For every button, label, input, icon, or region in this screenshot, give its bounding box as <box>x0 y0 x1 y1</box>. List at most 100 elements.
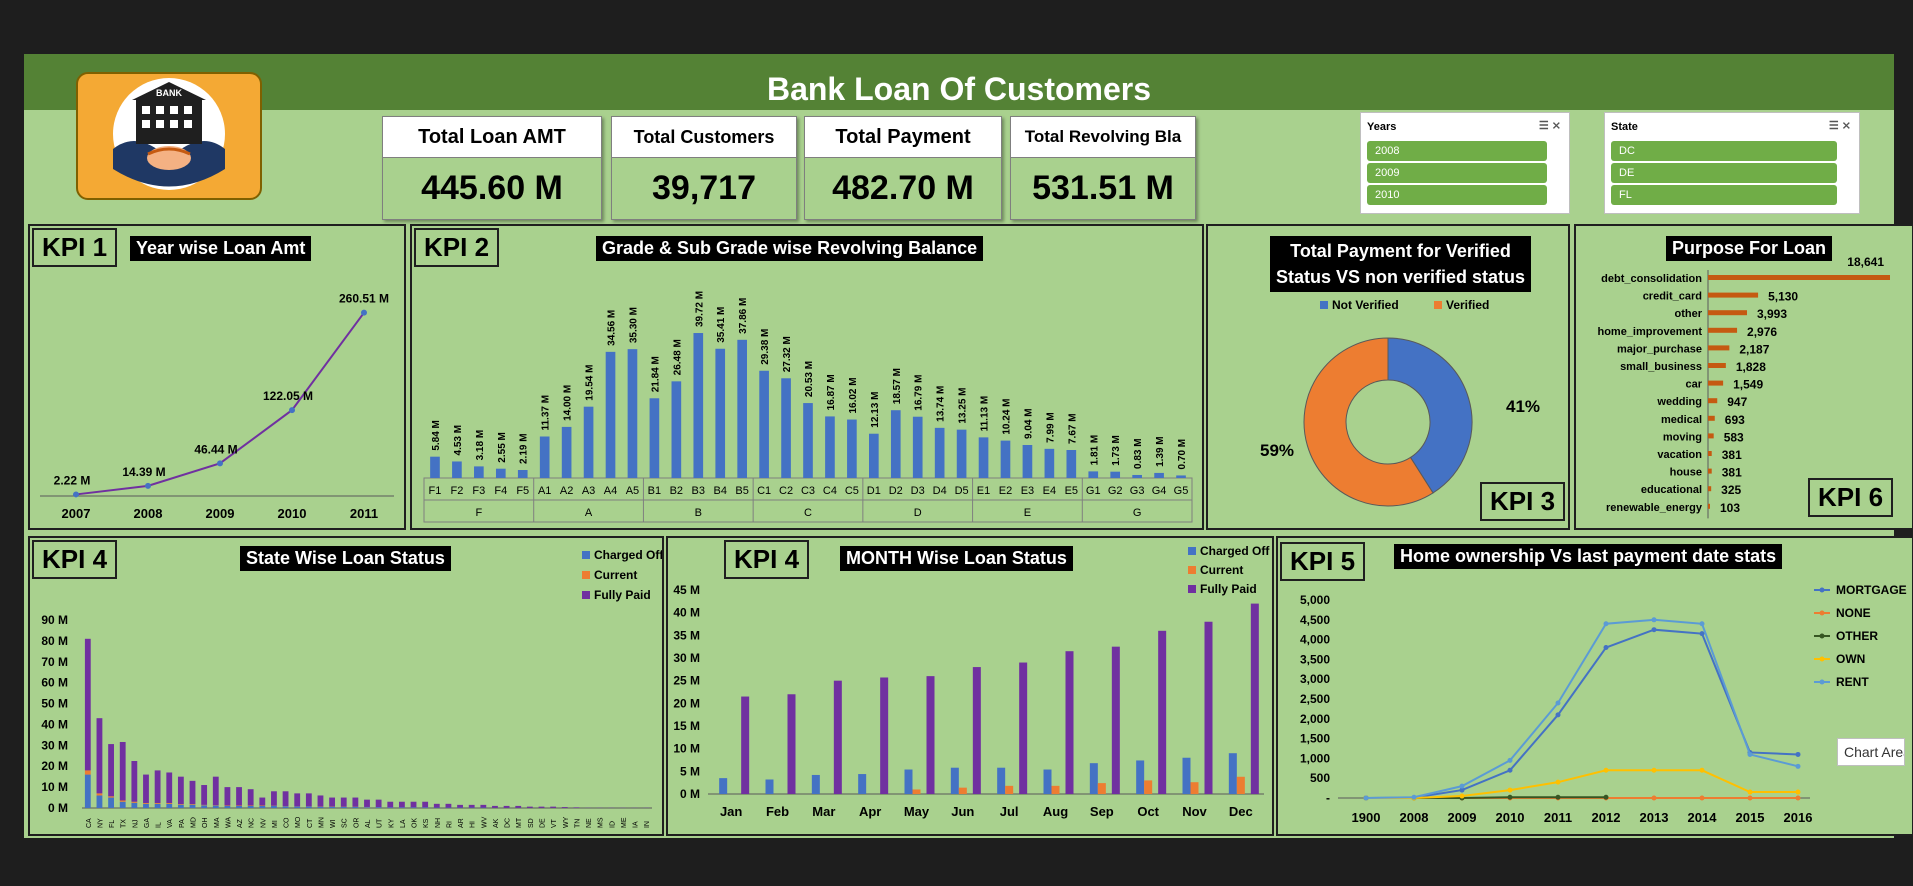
slicer-item[interactable]: DE <box>1611 163 1837 183</box>
x-tick-label: WI <box>330 819 337 828</box>
data-label: 35.41 M <box>716 307 727 343</box>
bar <box>1228 753 1237 794</box>
y-tick-label: 2,000 <box>1300 712 1330 726</box>
clear-filter-icon[interactable]: ⨯ <box>1842 120 1851 132</box>
bar <box>1132 474 1142 478</box>
kpi5-panel[interactable]: KPI 5 Home ownership Vs last payment dat… <box>1276 536 1913 836</box>
data-label: 1.81 M <box>1089 435 1100 466</box>
bar <box>890 410 901 478</box>
bar-segment <box>143 803 149 808</box>
x-tick-label: Jun <box>951 804 974 819</box>
multi-select-icon[interactable]: ☰ <box>1539 120 1549 132</box>
multi-select-icon[interactable]: ☰ <box>1829 120 1839 132</box>
data-label: 16.79 M <box>914 375 925 411</box>
data-point <box>1459 783 1465 789</box>
bar <box>1708 451 1712 456</box>
bar <box>1708 380 1724 386</box>
kpi2-panel[interactable]: KPI 2 Grade & Sub Grade wise Revolving B… <box>410 224 1204 530</box>
bar <box>1089 763 1098 794</box>
year-loan-chart: 2.22 M 2007 14.39 M 2008 46.44 M 2009 122.05 M… <box>40 292 394 521</box>
bar <box>1708 327 1738 333</box>
y-tick-label: 25 M <box>673 674 700 688</box>
kpi1-panel[interactable]: KPI 1 Year wise Loan Amt 2.22 M 2007 14.39… <box>28 224 406 530</box>
y-tick-label: 0 M <box>48 801 68 815</box>
y-tick-label: 15 M <box>673 719 700 733</box>
category-label: renewable_energy <box>1606 502 1703 514</box>
bar-segment <box>492 805 498 808</box>
slicer-item[interactable]: 2009 <box>1367 163 1547 183</box>
bar-segment <box>177 776 184 805</box>
bar-segment <box>224 805 231 808</box>
slicer-item[interactable]: FL <box>1611 185 1837 205</box>
x-tick-label: 2016 <box>1784 810 1813 825</box>
kpi6-panel[interactable]: Purpose For Loan debt_consolidation 18,64… <box>1574 224 1913 530</box>
bar-segment <box>573 807 580 808</box>
y-tick-label: 4,000 <box>1300 633 1330 647</box>
x-tick-label: C2 <box>779 485 793 497</box>
bar <box>430 456 440 478</box>
bar-segment <box>166 802 173 804</box>
x-tick-label: F2 <box>450 485 463 497</box>
x-tick-label: MD <box>191 817 198 828</box>
bar <box>1097 783 1106 794</box>
x-tick-label: E2 <box>999 485 1012 497</box>
bar <box>926 676 935 794</box>
bar-segment <box>154 803 161 808</box>
bar <box>719 778 728 794</box>
data-point <box>1363 795 1369 801</box>
bar-segment <box>550 806 557 808</box>
bar-segment <box>189 804 196 808</box>
bar-segment <box>271 805 277 808</box>
data-point <box>1507 794 1513 800</box>
data-label: 34.56 M <box>607 310 618 346</box>
bar-segment <box>154 770 161 803</box>
bar-segment <box>201 805 208 808</box>
x-tick-label: MO <box>295 816 302 828</box>
bar-segment <box>364 807 370 808</box>
x-tick-label: A1 <box>538 485 551 497</box>
bar-segment <box>422 807 429 808</box>
bar-segment <box>364 799 370 807</box>
clear-filter-icon[interactable]: ⨯ <box>1552 120 1561 132</box>
bar <box>1708 486 1712 492</box>
logo-text: BANK <box>156 88 182 98</box>
category-label: small_business <box>1620 361 1702 373</box>
x-tick-label: A5 <box>626 485 639 497</box>
kpi4-month-panel[interactable]: KPI 4 MONTH Wise Loan Status Charged Off… <box>666 536 1274 836</box>
slicer-item[interactable]: 2010 <box>1367 185 1547 205</box>
x-tick-label: 2013 <box>1640 810 1669 825</box>
data-label: 13.25 M <box>958 387 969 423</box>
data-label: 103 <box>1720 501 1740 515</box>
data-point <box>1699 795 1705 801</box>
bar-segment <box>154 802 161 804</box>
x-tick-label: F5 <box>516 485 529 497</box>
kpi3-panel[interactable]: Total Payment for Verified Status VS non… <box>1206 224 1570 530</box>
x-tick-label: D5 <box>955 485 969 497</box>
slicer-item[interactable]: DC <box>1611 141 1837 161</box>
bar-segment <box>387 801 394 808</box>
bar <box>1065 651 1074 794</box>
bar-segment <box>166 803 173 808</box>
kpi4-state-panel[interactable]: KPI 4 State Wise Loan Status Charged Off… <box>28 536 664 836</box>
x-tick-label: MI <box>272 820 279 828</box>
bar-segment <box>282 791 289 807</box>
bar-segment <box>352 797 359 807</box>
bar-segment <box>352 806 359 808</box>
x-tick-label: B4 <box>713 485 726 497</box>
bar <box>495 468 506 478</box>
data-point <box>1651 617 1657 623</box>
x-tick-label: 2010 <box>278 506 307 521</box>
x-tick-label: D4 <box>933 485 947 497</box>
data-point <box>1699 621 1705 627</box>
slicer-item[interactable]: 2008 <box>1367 141 1547 161</box>
data-point <box>1459 793 1465 799</box>
bar-segment <box>305 806 312 808</box>
x-tick-label: ME <box>621 817 628 828</box>
legend-label: OTHER <box>1836 629 1878 643</box>
x-tick-label: F4 <box>494 485 507 497</box>
state-slicer[interactable]: State ☰ ⨯ DC DE FL <box>1604 112 1860 214</box>
data-label: 381 <box>1722 448 1742 462</box>
years-slicer[interactable]: Years ☰ ⨯ 2008 2009 2010 <box>1360 112 1570 214</box>
data-label: 4.53 M <box>453 425 464 456</box>
x-tick-label: F1 <box>429 485 442 497</box>
